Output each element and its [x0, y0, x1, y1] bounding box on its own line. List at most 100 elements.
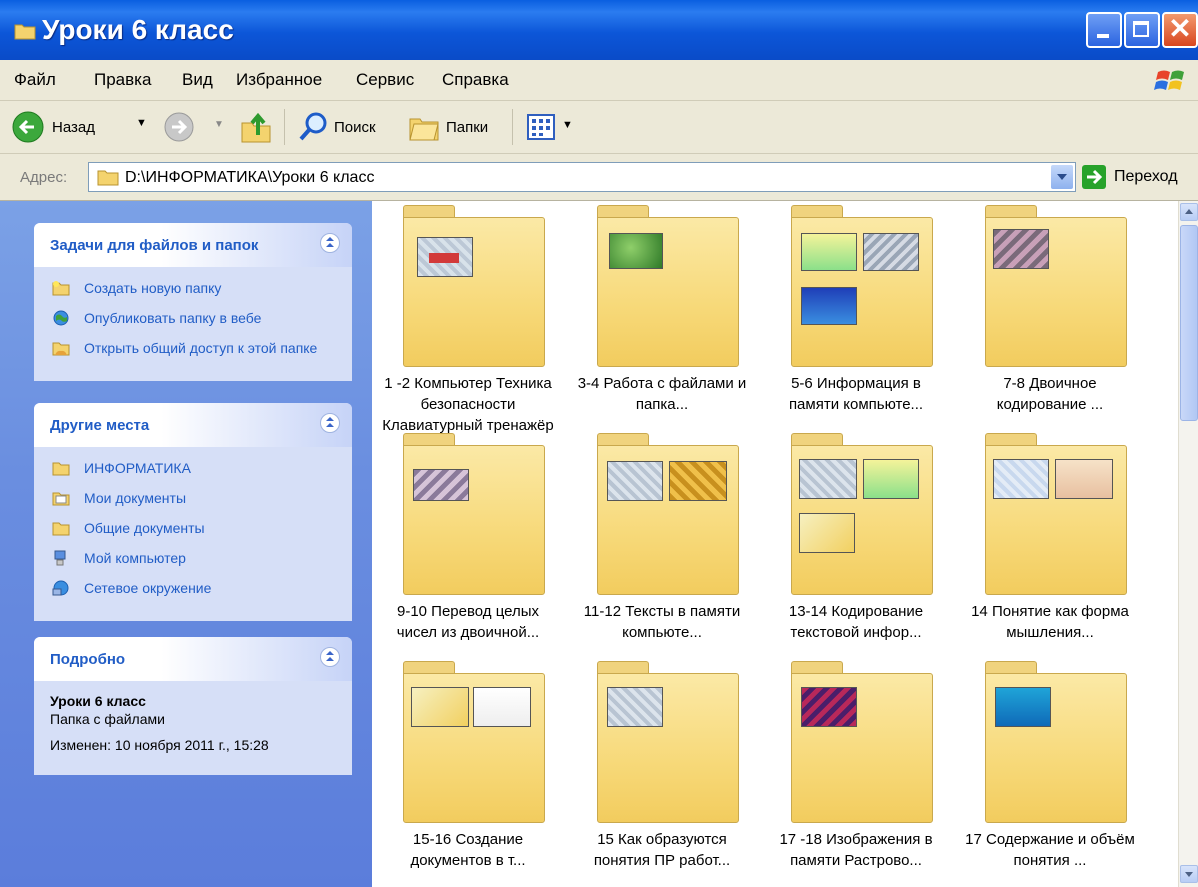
folder-label: 14 Понятие как форма мышления...	[960, 601, 1140, 643]
place-label: Мои документы	[84, 490, 187, 506]
toolbar-separator	[284, 109, 285, 145]
menu-view[interactable]: Вид	[182, 70, 213, 90]
details-header[interactable]: Подробно	[34, 637, 352, 681]
collapse-icon[interactable]	[320, 647, 340, 667]
folder-icon	[14, 24, 36, 40]
views-dropdown-icon[interactable]: ▼	[562, 119, 573, 131]
task-new-folder[interactable]: Создать новую папку	[50, 279, 336, 305]
folder-label: 1 -2 Компьютер Техника безопасности Клав…	[378, 373, 558, 436]
folder-thumbnail	[597, 433, 739, 595]
folder-thumbnail	[403, 661, 545, 823]
forward-dropdown-icon[interactable]: ▼	[214, 119, 224, 130]
folder-thumbnail	[985, 661, 1127, 823]
folder-label: 15-16 Создание документов в т...	[378, 829, 558, 871]
go-label[interactable]: Переход	[1114, 168, 1178, 186]
address-input[interactable]: D:\ИНФОРМАТИКА\Уроки 6 класс	[88, 162, 1076, 192]
menu-help[interactable]: Справка	[442, 70, 509, 90]
folder-label: 5-6 Информация в памяти компьюте...	[766, 373, 946, 415]
scroll-down-button[interactable]	[1180, 865, 1198, 883]
place-label: Общие документы	[84, 520, 205, 536]
menu-file[interactable]: Файл	[14, 70, 56, 90]
folders-label: Папки	[446, 119, 489, 136]
task-share-folder[interactable]: Открыть общий доступ к этой папке	[50, 339, 336, 365]
menu-favorites[interactable]: Избранное	[236, 70, 322, 90]
menu-edit[interactable]: Правка	[94, 70, 151, 90]
folder-label: 17 Содержание и объём понятия ...	[960, 829, 1140, 871]
place-label: ИНФОРМАТИКА	[84, 460, 191, 476]
back-label: Назад	[52, 119, 95, 136]
window-title: Уроки 6 класс	[42, 14, 234, 45]
title-bar[interactable]: Уроки 6 класс ✕	[0, 0, 1198, 60]
scroll-up-button[interactable]	[1180, 203, 1198, 221]
folder-thumbnail	[985, 433, 1127, 595]
up-folder-button[interactable]	[238, 109, 274, 145]
place-my-computer[interactable]: Мой компьютер	[50, 549, 336, 575]
folder-label: 9-10 Перевод целых чисел из двоичной...	[378, 601, 558, 643]
menu-bar: Файл Правка Вид Избранное Сервис Справка	[0, 60, 1198, 101]
folder-thumbnail	[403, 433, 545, 595]
maximize-button[interactable]	[1124, 12, 1160, 48]
folder-view: 1 -2 Компьютер Техника безопасности Клав…	[372, 201, 1178, 887]
details-folder-type: Папка с файлами	[50, 711, 165, 727]
close-icon: ✕	[1168, 13, 1192, 44]
folder-thumbnail	[597, 205, 739, 367]
back-dropdown-icon[interactable]: ▼	[136, 117, 147, 129]
windows-logo-icon	[1154, 70, 1184, 90]
file-tasks-panel: Задачи для файлов и папок Создать новую …	[34, 223, 352, 381]
minimize-button[interactable]	[1086, 12, 1122, 48]
address-bar: Адрес: D:\ИНФОРМАТИКА\Уроки 6 класс Пере…	[0, 154, 1198, 201]
folder-label: 13-14 Кодирование текстовой инфор...	[766, 601, 946, 643]
new-folder-icon	[52, 281, 70, 296]
scroll-thumb[interactable]	[1180, 225, 1198, 421]
views-icon	[527, 114, 555, 140]
folder-label: 17 -18 Изображения в памяти Растрово...	[766, 829, 946, 871]
collapse-icon[interactable]	[320, 233, 340, 253]
place-informatika[interactable]: ИНФОРМАТИКА	[50, 459, 336, 485]
search-icon	[299, 112, 327, 141]
task-label: Создать новую папку	[84, 280, 222, 296]
other-places-header[interactable]: Другие места	[34, 403, 352, 447]
details-title: Подробно	[50, 651, 126, 668]
place-shared-documents[interactable]: Общие документы	[50, 519, 336, 545]
toolbar-separator	[512, 109, 513, 145]
place-my-documents[interactable]: Мои документы	[50, 489, 336, 515]
menu-tools[interactable]: Сервис	[356, 70, 414, 90]
task-publish-web[interactable]: Опубликовать папку в вебе	[50, 309, 336, 335]
go-arrow-icon	[1087, 169, 1103, 185]
folder-label: 7-8 Двоичное кодирование ...	[960, 373, 1140, 415]
globe-icon	[53, 310, 69, 326]
forward-button[interactable]	[162, 110, 196, 144]
folder-label: 3-4 Работа с файлами и папка...	[572, 373, 752, 415]
close-button[interactable]: ✕	[1162, 12, 1198, 48]
other-places-title: Другие места	[50, 417, 150, 434]
go-button[interactable]	[1082, 165, 1106, 189]
collapse-icon[interactable]	[320, 413, 340, 433]
file-tasks-header[interactable]: Задачи для файлов и папок	[34, 223, 352, 267]
network-icon	[52, 580, 69, 596]
documents-folder-icon	[52, 492, 70, 506]
details-folder-name: Уроки 6 класс	[50, 693, 146, 709]
place-label: Мой компьютер	[84, 550, 186, 566]
folder-thumbnail	[597, 661, 739, 823]
task-label: Открыть общий доступ к этой папке	[84, 340, 318, 356]
vertical-scrollbar[interactable]	[1178, 201, 1198, 887]
folder-icon	[52, 522, 70, 536]
search-label: Поиск	[334, 119, 376, 136]
task-label: Опубликовать папку в вебе	[84, 310, 262, 326]
share-folder-icon	[52, 342, 70, 356]
folder-label: 15 Как образуются понятия ПР работ...	[572, 829, 752, 871]
task-pane: Задачи для файлов и папок Создать новую …	[0, 201, 372, 887]
folder-icon	[52, 462, 70, 476]
folder-icon	[97, 170, 119, 186]
address-dropdown-button[interactable]	[1051, 165, 1073, 189]
folders-icon	[409, 118, 439, 141]
place-network[interactable]: Сетевое окружение	[50, 579, 336, 605]
details-modified: Изменен: 10 ноября 2011 г., 15:28	[50, 737, 269, 753]
folder-thumbnail	[791, 661, 933, 823]
folder-thumbnail	[791, 205, 933, 367]
computer-icon	[54, 550, 66, 566]
folder-thumbnail	[791, 433, 933, 595]
file-tasks-title: Задачи для файлов и папок	[50, 237, 259, 254]
toolbar: Назад ▼ ▼ Поиск Папки ▼	[0, 101, 1198, 154]
other-places-panel: Другие места ИНФОРМАТИКА Мои документы О…	[34, 403, 352, 621]
